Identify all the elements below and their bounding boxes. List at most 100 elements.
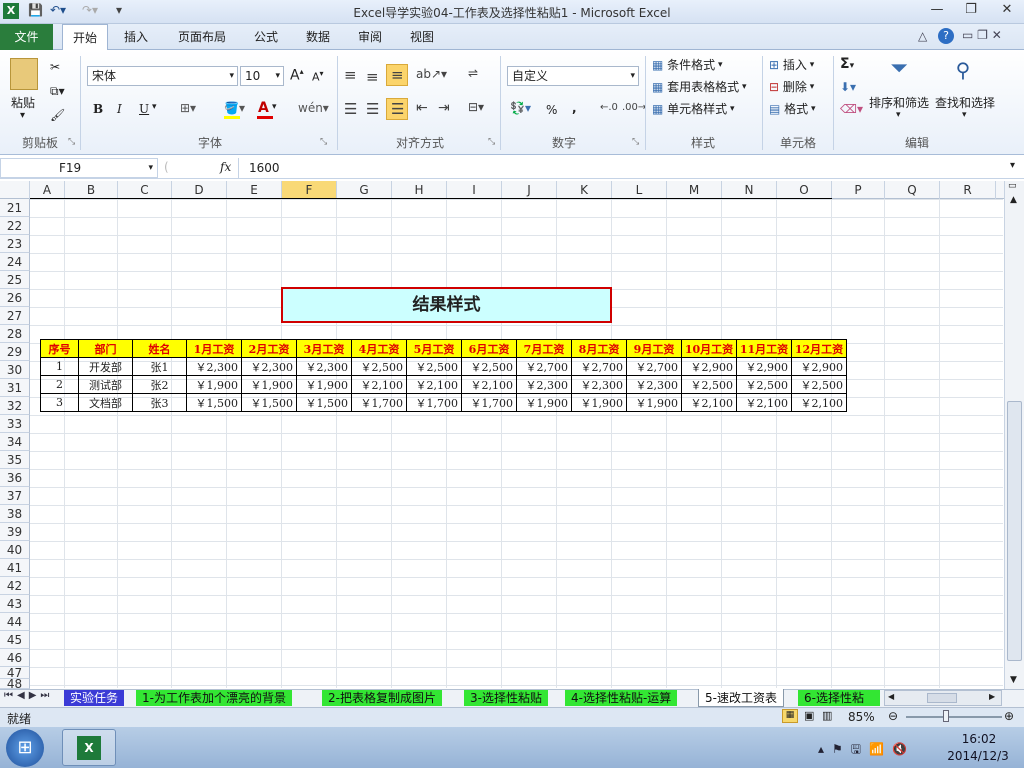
table-header-cell[interactable]: 7月工资	[516, 339, 572, 358]
row-header[interactable]: 26	[0, 289, 30, 307]
row-header[interactable]: 48	[0, 678, 30, 690]
row-header[interactable]: 40	[0, 541, 30, 559]
zoom-slider[interactable]	[906, 716, 1002, 718]
table-cell[interactable]: ￥2,500	[681, 375, 737, 394]
sheet-tab[interactable]: 2-把表格复制成图片	[322, 690, 442, 706]
format-painter-icon[interactable]: 🖌	[50, 108, 65, 122]
normal-view-icon[interactable]: ▦	[782, 709, 798, 723]
table-cell[interactable]: 3	[40, 393, 79, 412]
table-cell[interactable]: ￥1,700	[461, 393, 517, 412]
insert-cells-button[interactable]: ⊞ 插入 ▾	[769, 56, 814, 73]
collapse-ribbon-icon[interactable]: △	[918, 29, 927, 43]
table-cell[interactable]: ￥1,900	[296, 375, 352, 394]
number-format-combo[interactable]: 自定义 ▾	[507, 66, 639, 86]
table-cell[interactable]: ￥2,700	[626, 357, 682, 376]
table-cell[interactable]: 2	[40, 375, 79, 394]
phonetic-icon[interactable]: wén▾	[298, 101, 329, 115]
row-header[interactable]: 39	[0, 523, 30, 541]
table-cell[interactable]: ￥2,300	[241, 357, 297, 376]
row-header[interactable]: 36	[0, 469, 30, 487]
sheet-tab[interactable]: 实验任务	[64, 690, 125, 706]
sheet-tab[interactable]: 1-为工作表加个漂亮的背景	[136, 690, 292, 706]
table-cell[interactable]: ￥2,300	[296, 357, 352, 376]
font-color-dropdown-icon[interactable]: ▾	[272, 102, 277, 112]
row-header[interactable]: 32	[0, 397, 30, 415]
tab-review[interactable]: 审阅	[350, 24, 390, 50]
copy-icon[interactable]: ⧉▾	[50, 84, 65, 99]
tab-formulas[interactable]: 公式	[246, 24, 286, 50]
sort-filter-button[interactable]: 排序和筛选	[869, 94, 929, 111]
row-header[interactable]: 30	[0, 361, 30, 379]
table-cell[interactable]: 测试部	[78, 375, 133, 394]
select-all-corner[interactable]	[0, 181, 30, 199]
row-header[interactable]: 24	[0, 253, 30, 271]
table-cell[interactable]: 开发部	[78, 357, 133, 376]
table-cell[interactable]: ￥2,500	[351, 357, 407, 376]
tab-insert[interactable]: 插入	[116, 24, 156, 50]
split-handle-icon[interactable]: ▭	[1008, 181, 1017, 191]
column-header[interactable]: J	[502, 181, 557, 199]
paste-button[interactable]: 粘贴	[11, 94, 35, 111]
table-cell[interactable]: ￥2,300	[186, 357, 242, 376]
font-color-icon[interactable]: A	[258, 100, 269, 116]
horizontal-scrollbar[interactable]: ◀ ▶	[884, 690, 1002, 706]
table-header-cell[interactable]: 3月工资	[296, 339, 352, 358]
row-header[interactable]: 31	[0, 379, 30, 397]
currency-icon[interactable]: 💱▾	[510, 101, 531, 115]
column-header[interactable]: R	[940, 181, 996, 199]
column-header[interactable]: L	[612, 181, 667, 199]
table-cell[interactable]: ￥2,500	[461, 357, 517, 376]
format-as-table-button[interactable]: ▦ 套用表格格式 ▾	[652, 78, 747, 95]
column-header[interactable]: A	[30, 181, 65, 199]
table-cell[interactable]: ￥2,100	[736, 393, 792, 412]
row-header[interactable]: 23	[0, 235, 30, 253]
workbook-minimize-icon[interactable]: ▭ ❐ ✕	[962, 28, 1002, 42]
sheet-tab[interactable]: 6-选择性粘	[798, 690, 880, 706]
row-header[interactable]: 29	[0, 343, 30, 361]
start-button[interactable]: ⊞	[6, 729, 44, 767]
scroll-left-icon[interactable]: ◀	[888, 692, 894, 701]
row-header[interactable]: 41	[0, 559, 30, 577]
sheet-nav-icons[interactable]: ⏮◀▶⏭	[4, 690, 53, 701]
sheet-tab-active[interactable]: 5-速改工资表	[698, 689, 784, 707]
table-header-cell[interactable]: 1月工资	[186, 339, 242, 358]
column-header[interactable]: G	[337, 181, 392, 199]
font-launcher-icon[interactable]: ⤡	[320, 137, 327, 147]
column-header[interactable]: E	[227, 181, 282, 199]
table-cell[interactable]: ￥1,900	[186, 375, 242, 394]
column-header[interactable]: H	[392, 181, 447, 199]
percent-button[interactable]: %	[546, 103, 557, 117]
tab-data[interactable]: 数据	[298, 24, 338, 50]
table-cell[interactable]: ￥1,900	[571, 393, 627, 412]
formula-input[interactable]: 1600	[238, 158, 1006, 178]
table-header-cell[interactable]: 9月工资	[626, 339, 682, 358]
table-cell[interactable]: ￥2,900	[681, 357, 737, 376]
zoom-slider-handle[interactable]	[943, 710, 949, 722]
table-cell[interactable]: ￥2,100	[406, 375, 462, 394]
clock-date[interactable]: 2014/12/3	[938, 749, 1018, 763]
row-header[interactable]: 42	[0, 577, 30, 595]
orientation-icon[interactable]: ab↗▾	[416, 67, 447, 81]
format-cells-button[interactable]: ▤ 格式 ▾	[769, 100, 816, 117]
table-header-cell[interactable]: 姓名	[132, 339, 187, 358]
row-header[interactable]: 21	[0, 199, 30, 217]
clear-icon[interactable]: ⌫▾	[840, 102, 863, 116]
row-header[interactable]: 43	[0, 595, 30, 613]
hscroll-thumb[interactable]	[927, 693, 957, 703]
table-header-cell[interactable]: 6月工资	[461, 339, 517, 358]
increase-decimal-icon[interactable]: ←.0	[600, 102, 618, 113]
delete-cells-button[interactable]: ⊟ 删除 ▾	[769, 78, 814, 95]
table-cell[interactable]: ￥2,100	[461, 375, 517, 394]
align-top-icon[interactable]: ≡	[344, 66, 357, 84]
table-cell[interactable]: ￥1,900	[626, 393, 682, 412]
row-header[interactable]: 37	[0, 487, 30, 505]
table-header-cell[interactable]: 5月工资	[406, 339, 462, 358]
table-header-cell[interactable]: 2月工资	[241, 339, 297, 358]
table-cell[interactable]: ￥2,300	[626, 375, 682, 394]
table-header-cell[interactable]: 8月工资	[571, 339, 627, 358]
table-cell[interactable]: ￥1,900	[516, 393, 572, 412]
cell-grid[interactable]	[30, 199, 1003, 688]
table-cell[interactable]: 1	[40, 357, 79, 376]
align-right-button[interactable]: ☰	[386, 98, 408, 120]
tab-view[interactable]: 视图	[402, 24, 442, 50]
